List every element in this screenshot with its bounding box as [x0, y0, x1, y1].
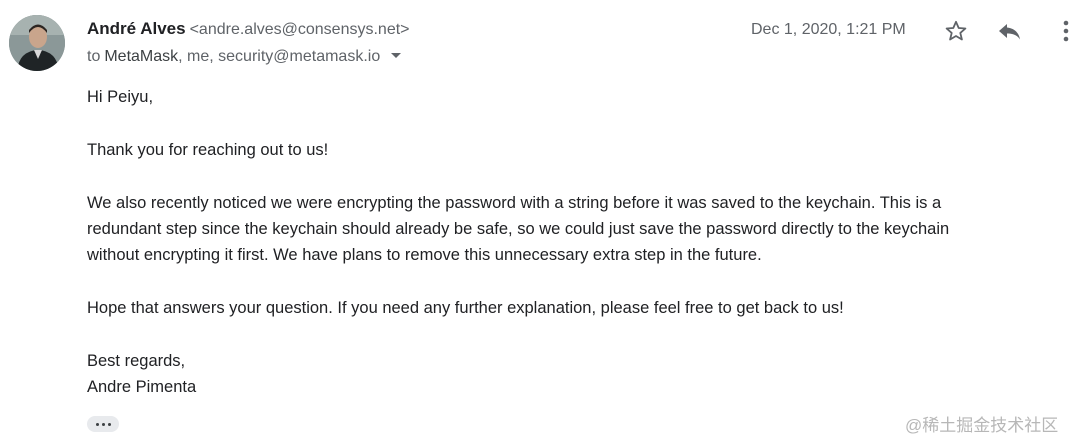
- show-trimmed-content-button[interactable]: [87, 416, 119, 432]
- star-button[interactable]: [940, 15, 972, 47]
- body-paragraph-2-line-3: without encrypting it first. We have pla…: [87, 246, 762, 264]
- sender-name[interactable]: André Alves: [87, 19, 186, 38]
- sender-avatar[interactable]: [9, 15, 65, 71]
- recipient-metamask: MetaMask: [104, 48, 179, 65]
- reply-arrow-icon: [999, 24, 1020, 40]
- avatar-photo: [9, 15, 65, 71]
- ellipsis-icon-dot: [107, 422, 111, 426]
- body-paragraph-2-line-1: We also recently noticed we were encrypt…: [87, 194, 942, 212]
- ellipsis-icon-dot: [95, 422, 99, 426]
- message-body: Hi Peiyu, Thank you for reaching out to …: [87, 84, 1047, 400]
- body-paragraph-2-line-2: redundant step since the keychain should…: [87, 220, 950, 238]
- sender-line: André Alves <andre.alves@consensys.net>: [87, 18, 410, 41]
- greeting: Hi Peiyu,: [87, 88, 154, 106]
- more-vertical-icon: [1063, 20, 1069, 42]
- body-paragraph-3: Hope that answers your question. If you …: [87, 299, 844, 317]
- caret-down-icon[interactable]: [391, 53, 402, 58]
- closing: Best regards,: [87, 352, 186, 370]
- recipients-prefix: to: [87, 48, 101, 65]
- watermark: @稀土掘金技术社区: [905, 416, 1059, 435]
- more-options-button[interactable]: [1054, 15, 1078, 47]
- message-date: Dec 1, 2020, 1:21 PM: [751, 21, 906, 38]
- sender-email: <andre.alves@consensys.net>: [189, 21, 410, 38]
- email-message: André Alves <andre.alves@consensys.net> t…: [0, 0, 1080, 447]
- star-outline-icon: [945, 20, 967, 41]
- reply-button[interactable]: [994, 15, 1026, 47]
- recipients-others: , me, security@metamask.io: [178, 48, 381, 65]
- signature: Andre Pimenta: [87, 378, 197, 396]
- body-paragraph-1: Thank you for reaching out to us!: [87, 141, 329, 159]
- recipients-line: to MetaMask, me, security@metamask.io: [87, 46, 402, 68]
- ellipsis-icon-dot: [101, 422, 105, 426]
